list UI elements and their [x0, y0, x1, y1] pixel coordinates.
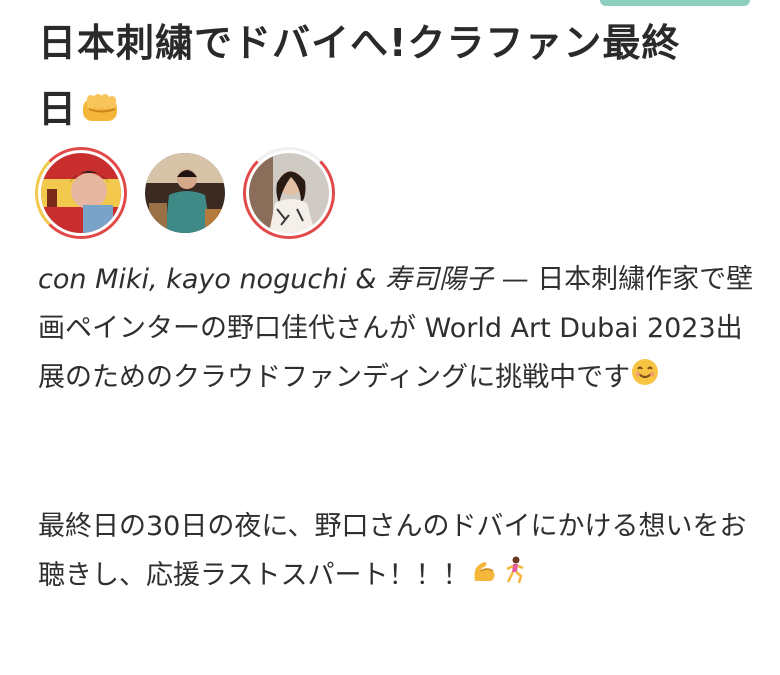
avatar[interactable]: [142, 150, 228, 236]
top-cut-button: [600, 0, 750, 6]
post-title: 日本刺繍でドバイへ!クラファン最終日: [38, 10, 698, 145]
with-prefix: con: [38, 264, 87, 295]
post-title-text: 日本刺繍でドバイへ!クラファン最終日: [38, 21, 681, 131]
smile-icon: [630, 354, 660, 403]
tagged-people-link[interactable]: Miki, kayo noguchi & 寿司陽子: [95, 264, 493, 295]
running-woman-icon: [499, 552, 529, 601]
avatar[interactable]: [38, 150, 124, 236]
post-paragraph-2: 最終日の30日の夜に、野口さんのドバイにかける想いをお聴きし、応援ラストスパート…: [38, 502, 758, 601]
flexed-biceps-icon: [469, 552, 499, 601]
post-body: con Miki, kayo noguchi & 寿司陽子 — 日本刺繍作家で壁…: [38, 255, 758, 403]
post-paragraph-2-text: 最終日の30日の夜に、野口さんのドバイにかける想いをお聴きし、応援ラストスパート…: [38, 511, 747, 591]
fist-icon: [81, 79, 121, 145]
dash: —: [501, 264, 529, 295]
avatar[interactable]: [246, 150, 332, 236]
